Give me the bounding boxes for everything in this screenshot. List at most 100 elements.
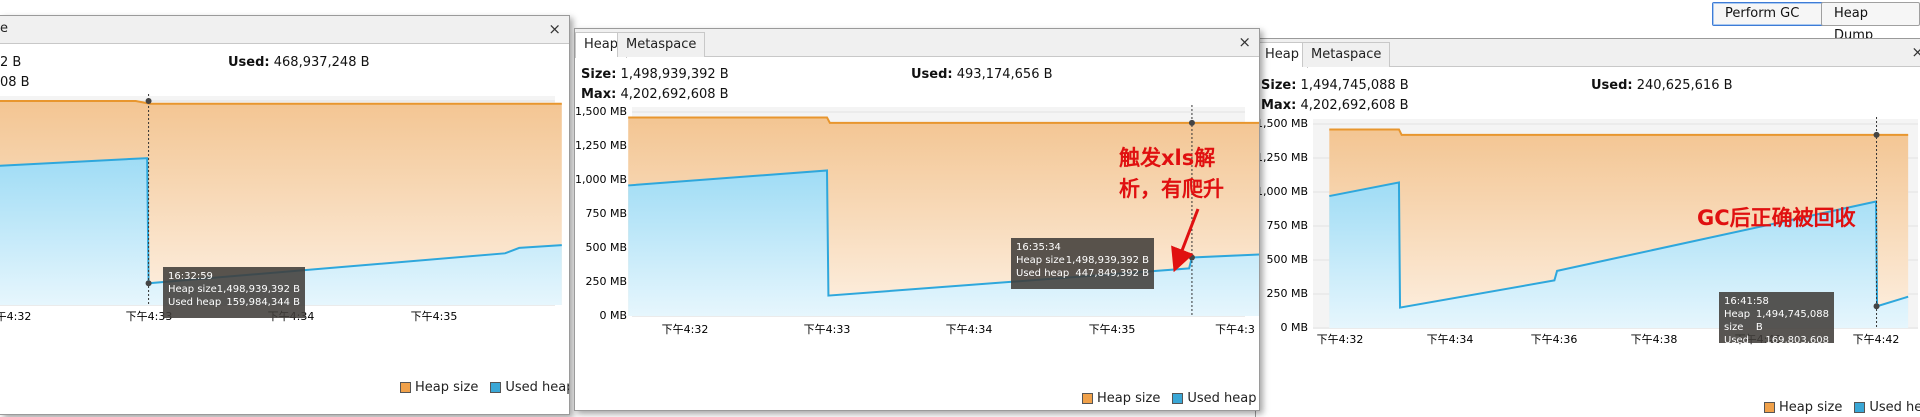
tab-metaspace[interactable]: Metaspace [1302, 42, 1391, 67]
annotation-line-1: 触发xls解 [1119, 146, 1215, 170]
x-tick: 下午4:32 [1317, 333, 1364, 346]
y-tick: 500 MB [585, 241, 627, 254]
size-label: Size: [1261, 78, 1297, 93]
crosshair-point [1873, 131, 1880, 138]
used-label: Used: [1591, 78, 1633, 93]
y-axis: 1,500 MB 1,250 MB 1,000 MB 750 MB 500 MB… [575, 105, 627, 322]
tooltip-heap-value: 1,494,745,088 B [1755, 309, 1829, 333]
y-axis: 1,500 MB 1,250 MB 1,000 MB 750 MB 500 MB… [1256, 117, 1308, 334]
x-tick: 下午4:34 [1427, 333, 1474, 346]
tooltip-time: 16:32:59 [168, 271, 213, 282]
tooltip-used-value: 169,803,608 B [1765, 335, 1829, 359]
y-tick: 250 MB [1266, 287, 1308, 300]
window-title-fragment: e [0, 21, 8, 36]
tooltip-heap-label: Heap size [168, 284, 217, 295]
close-icon[interactable]: × [1238, 34, 1251, 50]
tooltip-used-label: Used heap [1016, 268, 1070, 279]
y-tick: 750 MB [1266, 219, 1308, 232]
y-tick: 1,500 MB [575, 105, 627, 118]
legend-swatch-heap [400, 382, 411, 393]
size-info: Size: 1,494,745,088 B [1261, 78, 1409, 93]
used-info: Used: 240,625,616 B [1591, 78, 1733, 93]
plot [628, 105, 1259, 317]
x-tick: 下午4:35 [411, 310, 458, 323]
max-info: Max: 4,202,692,608 B [581, 87, 729, 102]
legend-heap-label: Heap size [1097, 391, 1161, 406]
crosshair-point [1188, 119, 1195, 126]
heap-monitor-window-2: Heap Metaspace × Size: 1,498,939,392 B U… [574, 28, 1260, 411]
x-axis: 下午4:32 下午4:33 下午4:34 下午4:35 下午4:3 [662, 323, 1255, 336]
title-bar: e × [0, 16, 569, 44]
used-label: Used: [228, 55, 270, 70]
legend-heap-label: Heap size [415, 380, 479, 395]
annotation-line-2: 析，有爬升 [1119, 177, 1224, 201]
size-info: 2 B [0, 55, 21, 70]
tooltip-box: 16:41:58 Heap size 1,494,745,088 B Used h… [1719, 292, 1834, 359]
tab-heap[interactable]: Heap [1256, 42, 1308, 68]
legend-used-label: Used heap [505, 380, 570, 395]
x-tick: 下午4:36 [1531, 333, 1578, 346]
tooltip-time: 16:35:34 [1016, 242, 1061, 253]
crosshair-point [145, 98, 152, 104]
y-tick: 0 MB [1280, 321, 1308, 334]
close-icon[interactable]: × [548, 21, 561, 37]
y-tick: 250 MB [585, 275, 627, 288]
size-value: 1,494,745,088 B [1300, 78, 1409, 93]
max-info: 08 B [0, 75, 30, 90]
heap-monitor-window-3: Heap Metaspace × Size: 1,494,745,088 B U… [1255, 38, 1920, 417]
tooltip-used-value: 159,984,344 B [226, 297, 300, 308]
max-label: Max: [581, 87, 617, 102]
used-label: Used: [911, 67, 953, 82]
tooltip-time: 16:41:58 [1724, 296, 1769, 307]
x-tick: 下午4:35 [1089, 323, 1136, 336]
tab-bar: Heap Metaspace × [1256, 39, 1920, 68]
legend-swatch-heap [1764, 402, 1775, 413]
legend-swatch-used [490, 382, 502, 393]
tooltip-heap-value: 1,498,939,392 B [216, 284, 300, 295]
tooltip-heap-value: 1,498,939,392 B [1065, 255, 1149, 266]
x-tick: 下午4:32 [0, 310, 31, 323]
used-value: 468,937,248 B [273, 55, 370, 70]
heap-monitor-window-1: e × 2 B Used: 468,937,248 B 08 B 下午4:32 … [0, 15, 570, 415]
size-label: Size: [581, 67, 617, 82]
max-value: 4,202,692,608 B [1300, 98, 1409, 113]
perform-gc-button[interactable]: Perform GC [1712, 2, 1824, 26]
max-info: Max: 4,202,692,608 B [1261, 98, 1409, 113]
tooltip-heap-label: Heap size [1724, 309, 1751, 333]
close-icon[interactable]: × [1911, 44, 1920, 60]
max-value: 08 B [0, 75, 30, 90]
x-tick: 下午4:38 [1631, 333, 1678, 346]
y-tick: 1,000 MB [575, 173, 627, 186]
legend-swatch-used [1172, 393, 1184, 404]
y-tick: 1,000 MB [1256, 185, 1308, 198]
y-tick: 1,250 MB [575, 139, 627, 152]
tooltip-used-label: Used heap [168, 297, 222, 308]
used-value: 493,174,656 B [956, 67, 1053, 82]
heap-chart-2: 1,500 MB 1,250 MB 1,000 MB 750 MB 500 MB… [575, 105, 1259, 336]
y-tick: 1,500 MB [1256, 117, 1308, 130]
crosshair-point [1188, 254, 1195, 261]
annotation-gc: GC后正确被回收 [1697, 206, 1856, 230]
legend-heap-label: Heap size [1779, 400, 1843, 415]
used-info: Used: 493,174,656 B [911, 67, 1053, 82]
y-tick: 500 MB [1266, 253, 1308, 266]
tooltip-used-label: Used heap [1724, 335, 1750, 359]
x-tick: 下午4:3 [1215, 323, 1255, 336]
used-info: Used: 468,937,248 B [228, 55, 370, 70]
max-label: Max: [1261, 98, 1297, 113]
x-tick: 下午4:32 [662, 323, 709, 336]
x-tick: 下午4:33 [804, 323, 851, 336]
y-tick: 0 MB [599, 309, 627, 322]
heap-dump-button[interactable]: Heap Dump [1821, 2, 1920, 43]
legend-swatch-used [1854, 402, 1866, 413]
used-value: 240,625,616 B [1636, 78, 1733, 93]
heap-chart-1: 下午4:32 下午4:33 下午4:34 下午4:35 [0, 94, 562, 323]
tab-metaspace[interactable]: Metaspace [617, 32, 706, 57]
legend: Heap size Used heap [1082, 391, 1256, 406]
size-value: 1,498,939,392 B [620, 67, 729, 82]
max-value: 4,202,692,608 B [620, 87, 729, 102]
legend-swatch-heap [1082, 393, 1093, 404]
legend: Heap size Used heap [400, 380, 570, 395]
crosshair-point [1873, 303, 1880, 310]
y-tick: 750 MB [585, 207, 627, 220]
